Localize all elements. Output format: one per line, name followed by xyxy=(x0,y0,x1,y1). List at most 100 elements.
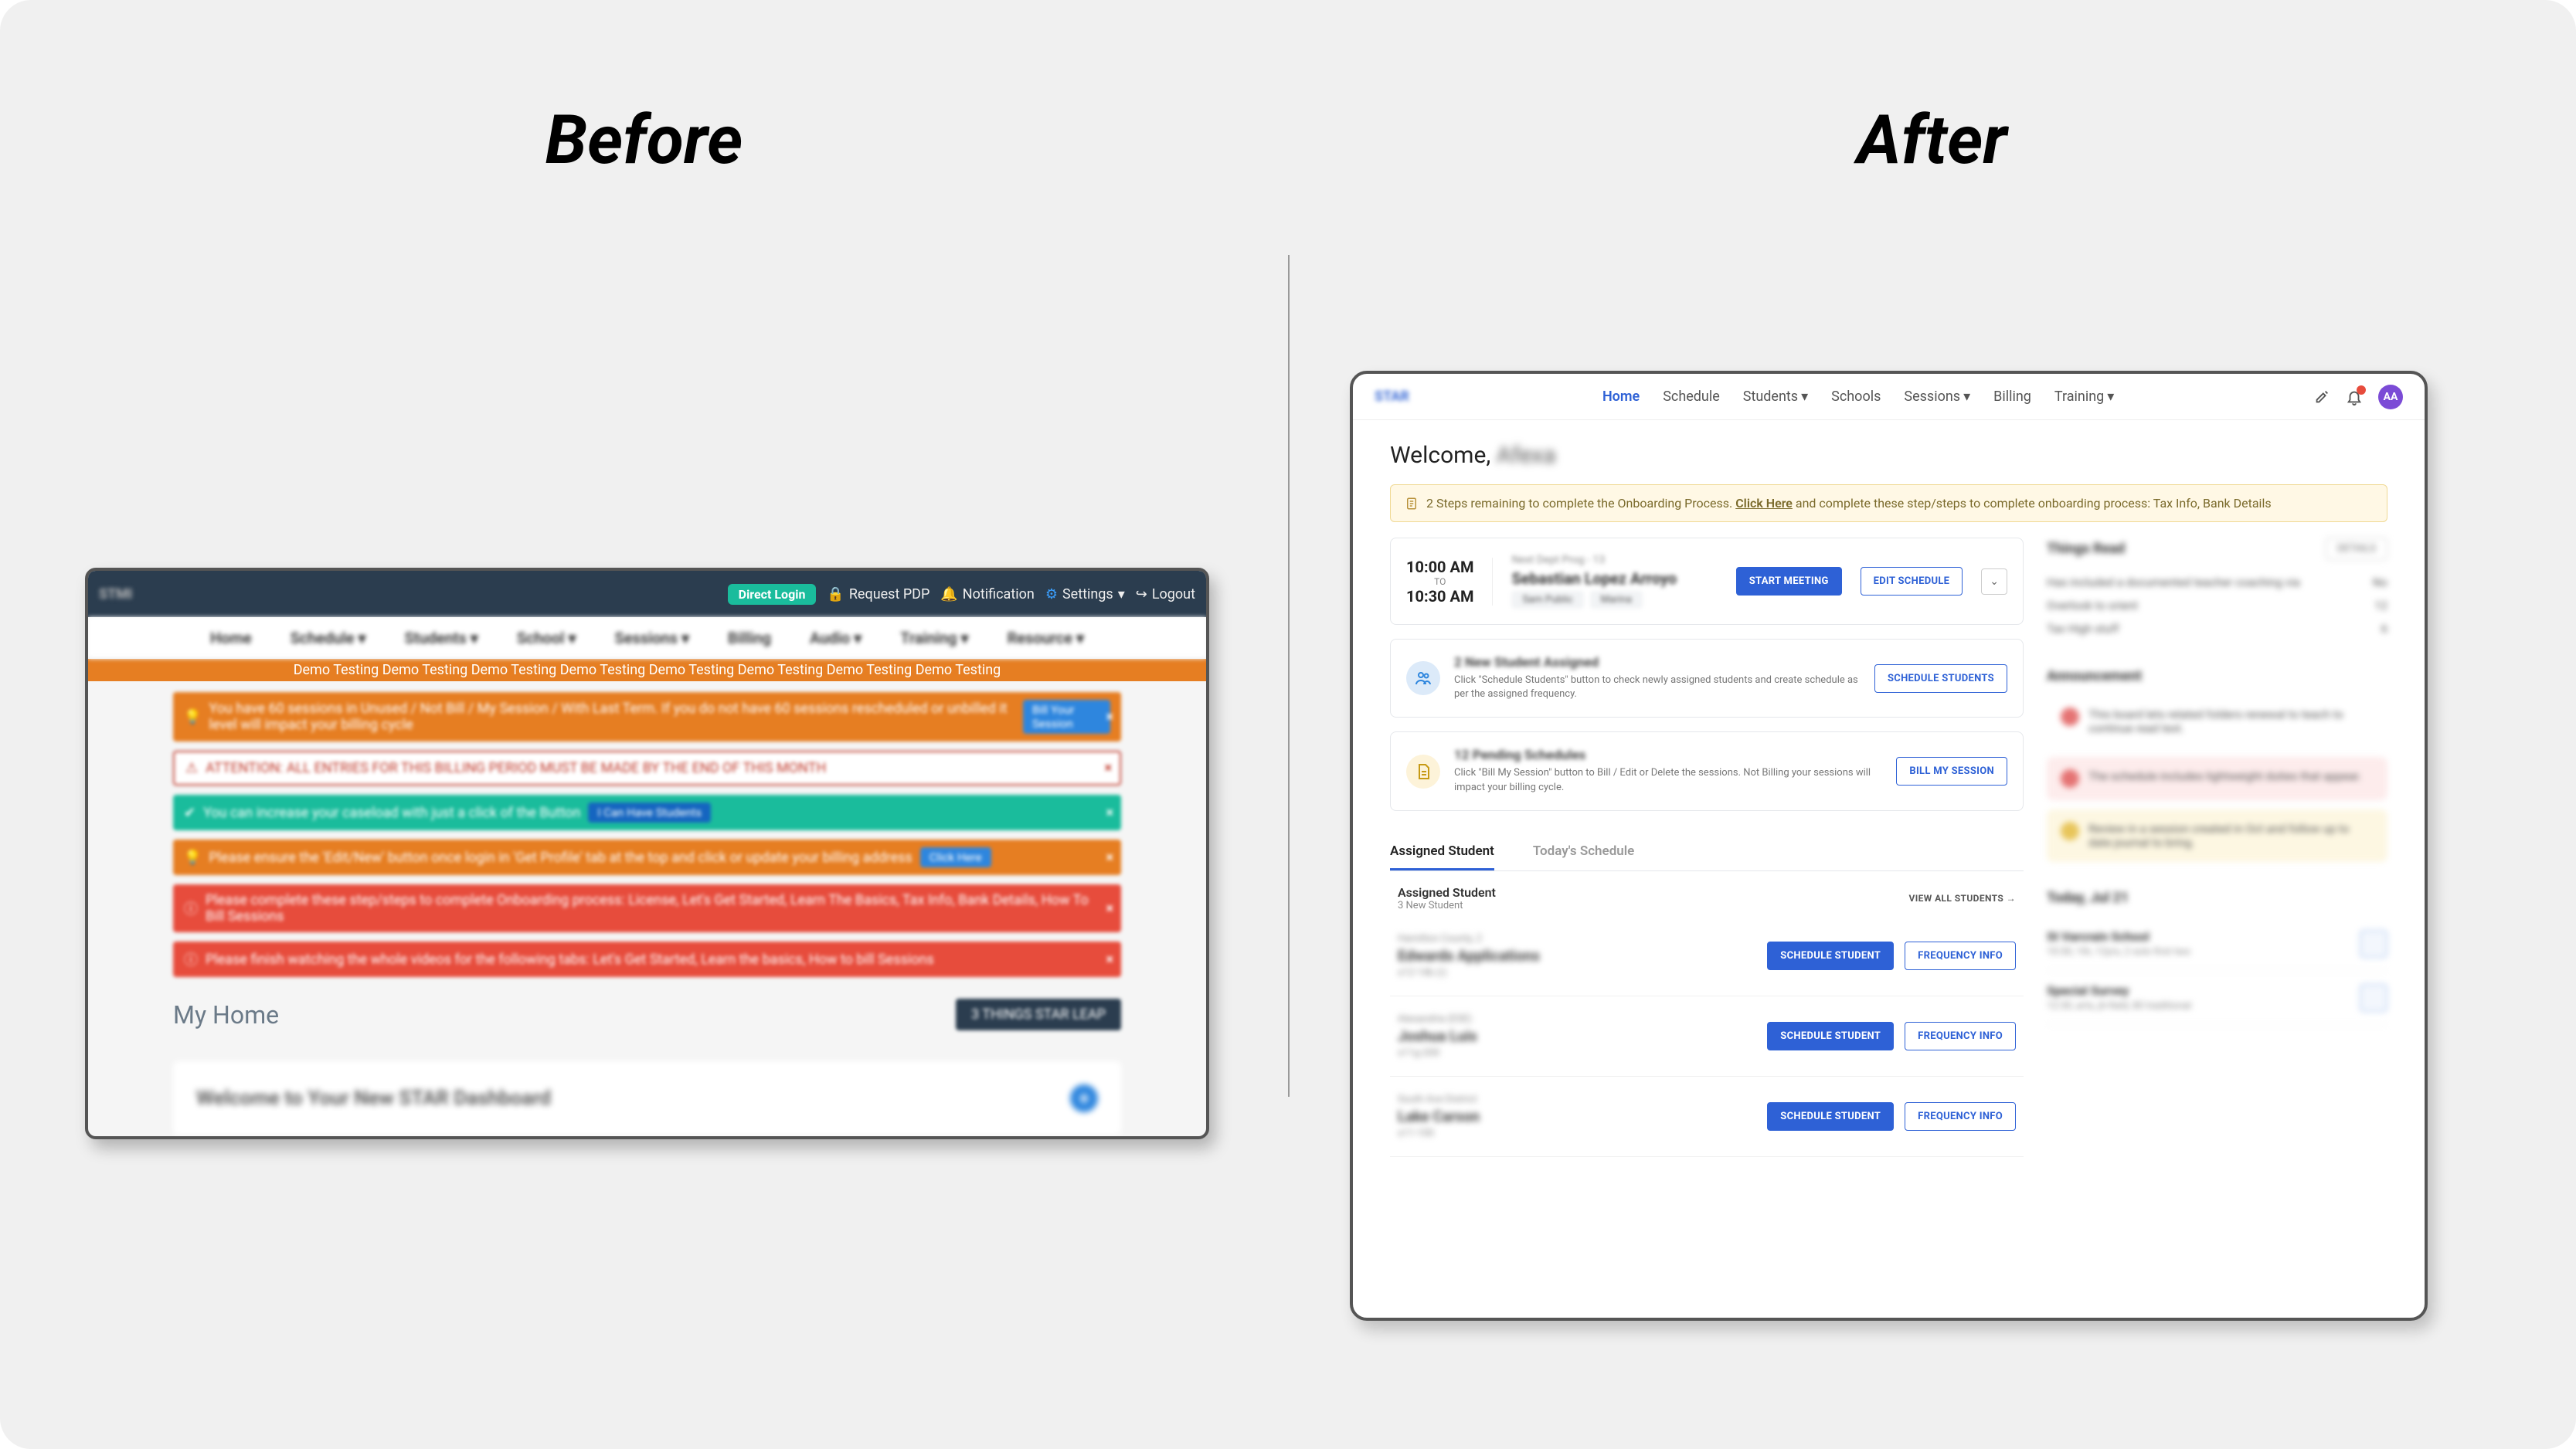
warning-icon: ⚠ xyxy=(185,760,198,776)
before-nav: Home Schedule ▾ Students ▾ School ▾ Sess… xyxy=(88,617,1206,659)
nav-item[interactable]: Schedule ▾ xyxy=(291,629,366,647)
student-row: Hamilton County, 2 Edwards Applications … xyxy=(1390,916,2024,996)
alert-action-button[interactable]: Bill Your Session xyxy=(1023,700,1110,734)
things-star-button[interactable]: 3 THINGS STAR LEAP xyxy=(956,999,1121,1030)
close-icon[interactable]: × xyxy=(1106,805,1113,821)
nav-item[interactable]: Resource ▾ xyxy=(1008,629,1084,647)
gear-icon: ⚙ xyxy=(1045,586,1058,602)
nav-billing[interactable]: Billing xyxy=(1993,389,2031,405)
bulb-icon: 💡 xyxy=(184,709,201,725)
nav-sessions[interactable]: Sessions▾ xyxy=(1904,389,1970,405)
frequency-info-button[interactable]: FREQUENCY INFO xyxy=(1905,942,2016,970)
file-icon xyxy=(1406,755,1440,789)
after-topbar: STAR Home Schedule Students▾ Schools Ses… xyxy=(1353,374,2425,420)
direct-login-badge[interactable]: Direct Login xyxy=(728,584,817,605)
users-icon xyxy=(1406,661,1440,695)
student-row: South Ave District Lake Carson s11-100 S… xyxy=(1390,1077,2024,1157)
nav-item[interactable]: Sessions ▾ xyxy=(614,629,689,647)
clipboard-icon xyxy=(1405,497,1419,511)
nav-item[interactable]: Billing xyxy=(728,629,771,647)
before-half: Before STMI Direct Login 🔒Request PDP 🔔N… xyxy=(0,0,1288,1449)
student-subhead: Assigned Student 3 New Student VIEW ALL … xyxy=(1390,871,2024,916)
nav-item[interactable]: Home xyxy=(210,629,252,647)
schedule-student-button[interactable]: SCHEDULE STUDENT xyxy=(1767,1102,1894,1131)
close-icon[interactable]: × xyxy=(1106,901,1113,917)
bell-icon[interactable] xyxy=(2346,389,2363,406)
bill-session-button[interactable]: BILL MY SESSION xyxy=(1896,757,2007,786)
alert-row: ⓘ Please finish watching the whole video… xyxy=(173,942,1121,977)
before-alerts: 💡 You have 60 sessions in Unused / Not B… xyxy=(88,681,1206,977)
notification-dot xyxy=(2357,385,2366,395)
alert-row: 💡 You have 60 sessions in Unused / Not B… xyxy=(173,692,1121,741)
info-icon: ⓘ xyxy=(184,949,198,969)
meeting-info: Next Dept Prog - 13 Sebastian Lopez Arro… xyxy=(1511,554,1717,609)
meeting-time: 10:00 AM TO 10:30 AM xyxy=(1406,558,1493,606)
start-meeting-button[interactable]: START MEETING xyxy=(1736,567,1842,596)
session-action-button[interactable] xyxy=(2360,930,2387,958)
close-icon[interactable]: × xyxy=(1104,760,1112,776)
after-logo: STAR xyxy=(1375,389,1409,405)
after-half: After STAR Home Schedule Students▾ Schoo… xyxy=(1288,0,2576,1449)
settings-link[interactable]: ⚙Settings▾ xyxy=(1045,586,1125,602)
before-title: Before xyxy=(545,100,743,180)
nav-training[interactable]: Training▾ xyxy=(2054,389,2114,405)
check-icon: ✔ xyxy=(184,805,195,821)
after-nav: Home Schedule Students▾ Schools Sessions… xyxy=(1602,389,2114,405)
view-all-students-link[interactable]: VIEW ALL STUDENTS → xyxy=(1908,893,2016,904)
logout-link[interactable]: ↪Logout xyxy=(1136,586,1195,602)
frequency-info-button[interactable]: FREQUENCY INFO xyxy=(1905,1022,2016,1050)
nav-students[interactable]: Students▾ xyxy=(1743,389,1808,405)
tabs: Assigned Student Today's Schedule xyxy=(1390,834,2024,871)
nav-item[interactable]: Training ▾ xyxy=(900,629,968,647)
nav-item[interactable]: Audio ▾ xyxy=(810,629,861,647)
main-right-column: Things Read DETAILS Has included a docum… xyxy=(2047,538,2387,1157)
frequency-info-button[interactable]: FREQUENCY INFO xyxy=(1905,1102,2016,1131)
alert-row: ✔ You can increase your caseload with ju… xyxy=(173,795,1121,830)
meeting-menu-toggle[interactable]: ⌄ xyxy=(1981,568,2007,595)
info-icon: ⓘ xyxy=(184,898,198,918)
after-title: After xyxy=(1857,100,2007,180)
nav-item[interactable]: School ▾ xyxy=(517,629,576,647)
click-here-link[interactable]: Click Here xyxy=(1735,496,1793,511)
right-block-today: Today, Jul 21 St Varcrain School 10:30, … xyxy=(2047,890,2387,1025)
lock-icon: 🔒 xyxy=(827,586,844,602)
nav-schedule[interactable]: Schedule xyxy=(1663,389,1720,405)
my-home-title: My Home xyxy=(173,1000,279,1030)
alert-row: ⚠ ATTENTION: ALL ENTRIES FOR THIS BILLIN… xyxy=(173,751,1121,786)
chevron-down-icon: ▾ xyxy=(2107,389,2114,405)
student-row: Alexandria (ESE) Joshua Luis s11g-200 SC… xyxy=(1390,996,2024,1077)
tools-icon[interactable] xyxy=(2313,389,2330,406)
session-action-button[interactable] xyxy=(2360,984,2387,1012)
alert-action-button[interactable]: I Can Have Students xyxy=(588,803,711,823)
welcome-card: Welcome to Your New STAR Dashboard + xyxy=(173,1061,1121,1135)
marquee-banner: Demo Testing Demo Testing Demo Testing D… xyxy=(88,659,1206,681)
upcoming-meeting-card: 10:00 AM TO 10:30 AM Next Dept Prog - 13… xyxy=(1390,538,2024,625)
nav-home[interactable]: Home xyxy=(1602,389,1640,405)
before-logo: STMI xyxy=(99,586,132,602)
edit-schedule-button[interactable]: EDIT SCHEDULE xyxy=(1861,567,1963,596)
schedule-student-button[interactable]: SCHEDULE STUDENT xyxy=(1767,1022,1894,1050)
notification-link[interactable]: 🔔Notification xyxy=(940,586,1034,602)
alert-action-button[interactable]: Click Here xyxy=(920,847,991,867)
close-icon[interactable]: × xyxy=(1106,709,1113,725)
schedule-student-button[interactable]: SCHEDULE STUDENT xyxy=(1767,942,1894,970)
schedule-students-button[interactable]: SCHEDULE STUDENTS xyxy=(1874,664,2007,693)
chevron-down-icon: ▾ xyxy=(1801,389,1808,405)
tab-today[interactable]: Today's Schedule xyxy=(1533,834,1634,870)
plus-icon[interactable]: + xyxy=(1070,1084,1098,1112)
nav-item[interactable]: Students ▾ xyxy=(405,629,478,647)
request-link[interactable]: 🔒Request PDP xyxy=(827,586,929,602)
onboarding-banner: 2 Steps remaining to complete the Onboar… xyxy=(1390,484,2387,522)
bulb-icon: 💡 xyxy=(184,850,201,866)
close-icon[interactable]: × xyxy=(1106,850,1113,866)
welcome-heading: Welcome, Afexa xyxy=(1390,442,2387,469)
after-app: STAR Home Schedule Students▾ Schools Ses… xyxy=(1350,371,2428,1321)
close-icon[interactable]: × xyxy=(1106,952,1113,968)
before-app: STMI Direct Login 🔒Request PDP 🔔Notifica… xyxy=(85,568,1209,1139)
avatar[interactable]: AA xyxy=(2378,385,2403,409)
nav-schools[interactable]: Schools xyxy=(1831,389,1881,405)
before-topbar: STMI Direct Login 🔒Request PDP 🔔Notifica… xyxy=(88,571,1206,617)
tab-assigned[interactable]: Assigned Student xyxy=(1390,834,1494,870)
main-left-column: 10:00 AM TO 10:30 AM Next Dept Prog - 13… xyxy=(1390,538,2024,1157)
right-block-alerts: Announcement This board lets related fol… xyxy=(2047,668,2387,862)
